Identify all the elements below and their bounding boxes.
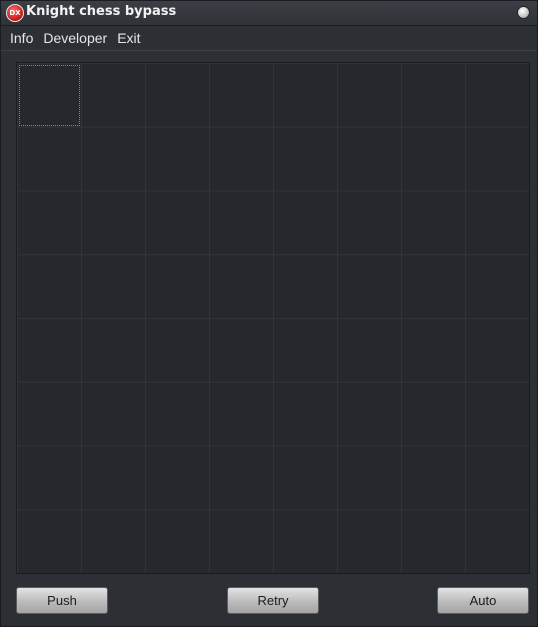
board-cell[interactable] bbox=[145, 126, 210, 192]
window-title: Knight chess bypass bbox=[26, 4, 177, 19]
app-logo-icon: DX bbox=[6, 4, 24, 22]
board-cell[interactable] bbox=[145, 63, 210, 128]
board-cell[interactable] bbox=[17, 190, 82, 256]
board-cell[interactable] bbox=[145, 381, 210, 447]
board-cell[interactable] bbox=[209, 254, 274, 319]
board-cell[interactable] bbox=[401, 509, 466, 573]
board-cell[interactable] bbox=[17, 509, 82, 573]
board-cell[interactable] bbox=[337, 126, 402, 192]
board-cell[interactable] bbox=[273, 509, 338, 573]
board-cell[interactable] bbox=[401, 190, 466, 256]
menu-developer[interactable]: Developer bbox=[38, 26, 112, 50]
push-button[interactable]: Push bbox=[16, 587, 108, 614]
board-cell[interactable] bbox=[337, 63, 402, 128]
board-cell[interactable] bbox=[209, 509, 274, 573]
board-cell[interactable] bbox=[337, 381, 402, 447]
board-cell[interactable] bbox=[145, 254, 210, 319]
board-cell[interactable] bbox=[401, 254, 466, 319]
window-control-button[interactable] bbox=[517, 6, 530, 19]
board-cell[interactable] bbox=[209, 381, 274, 447]
board-cell[interactable] bbox=[337, 318, 402, 383]
board-cell[interactable] bbox=[273, 126, 338, 192]
board-cell[interactable] bbox=[17, 445, 82, 511]
board-cell[interactable] bbox=[273, 63, 338, 128]
board-cell[interactable] bbox=[337, 254, 402, 319]
board-cell[interactable] bbox=[401, 63, 466, 128]
auto-button[interactable]: Auto bbox=[437, 587, 529, 614]
board-cell[interactable] bbox=[145, 509, 210, 573]
board-cell[interactable] bbox=[273, 254, 338, 319]
board-cell[interactable] bbox=[465, 126, 530, 192]
board-grid bbox=[17, 63, 529, 573]
board-cell[interactable] bbox=[401, 445, 466, 511]
board-cell[interactable] bbox=[337, 445, 402, 511]
board-cell[interactable] bbox=[81, 318, 146, 383]
board-cell[interactable] bbox=[209, 126, 274, 192]
board-cell[interactable] bbox=[273, 318, 338, 383]
menu-bar: Info Developer Exit bbox=[1, 26, 537, 51]
board-cell[interactable] bbox=[17, 318, 82, 383]
board-cell[interactable] bbox=[465, 381, 530, 447]
board-cell[interactable] bbox=[209, 445, 274, 511]
chess-board[interactable] bbox=[16, 62, 530, 574]
board-cell[interactable] bbox=[81, 509, 146, 573]
board-cell[interactable] bbox=[401, 318, 466, 383]
board-cell[interactable] bbox=[145, 190, 210, 256]
board-cell[interactable] bbox=[81, 254, 146, 319]
board-cell[interactable] bbox=[401, 126, 466, 192]
selected-cell[interactable] bbox=[19, 65, 80, 126]
board-cell[interactable] bbox=[465, 509, 530, 573]
board-cell[interactable] bbox=[465, 190, 530, 256]
menu-info[interactable]: Info bbox=[5, 26, 38, 50]
board-cell[interactable] bbox=[465, 63, 530, 128]
board-cell[interactable] bbox=[81, 445, 146, 511]
board-cell[interactable] bbox=[209, 318, 274, 383]
retry-button[interactable]: Retry bbox=[227, 587, 319, 614]
board-cell[interactable] bbox=[337, 190, 402, 256]
board-cell[interactable] bbox=[17, 381, 82, 447]
board-cell[interactable] bbox=[209, 63, 274, 128]
board-cell[interactable] bbox=[145, 445, 210, 511]
board-cell[interactable] bbox=[401, 381, 466, 447]
board-cell[interactable] bbox=[273, 381, 338, 447]
board-cell[interactable] bbox=[145, 318, 210, 383]
app-window: DX Knight chess bypass Info Developer Ex… bbox=[0, 0, 538, 627]
board-cell[interactable] bbox=[81, 381, 146, 447]
board-cell[interactable] bbox=[81, 190, 146, 256]
board-cell[interactable] bbox=[465, 445, 530, 511]
board-cell[interactable] bbox=[337, 509, 402, 573]
board-cell[interactable] bbox=[273, 445, 338, 511]
title-bar[interactable]: DX Knight chess bypass bbox=[1, 1, 537, 26]
board-cell[interactable] bbox=[465, 318, 530, 383]
board-cell[interactable] bbox=[81, 63, 146, 128]
board-cell[interactable] bbox=[465, 254, 530, 319]
menu-exit[interactable]: Exit bbox=[112, 26, 145, 50]
board-cell[interactable] bbox=[17, 126, 82, 192]
board-cell[interactable] bbox=[209, 190, 274, 256]
board-cell[interactable] bbox=[17, 254, 82, 319]
board-cell[interactable] bbox=[273, 190, 338, 256]
board-cell[interactable] bbox=[81, 126, 146, 192]
